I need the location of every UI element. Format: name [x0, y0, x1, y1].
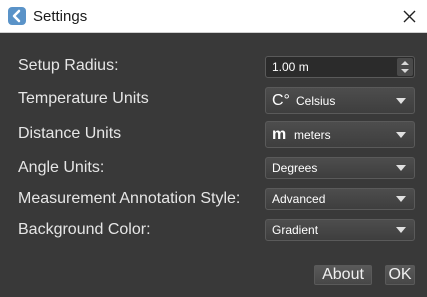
close-icon — [403, 10, 416, 23]
chevron-down-icon — [396, 227, 406, 233]
spin-arrows[interactable] — [397, 58, 413, 76]
spin-up-icon[interactable] — [400, 60, 410, 66]
window-title: Settings — [33, 8, 88, 25]
ok-button[interactable]: OK — [385, 265, 415, 285]
chevron-down-icon — [396, 196, 406, 202]
distance-units-label: Distance Units — [18, 125, 122, 142]
background-color-value: Gradient — [272, 223, 319, 237]
chevron-down-icon — [396, 165, 406, 171]
setup-radius-label: Setup Radius: — [18, 57, 119, 74]
chevron-down-icon — [396, 132, 406, 138]
annotation-style-label: Measurement Annotation Style: — [18, 190, 241, 207]
temperature-units-value: Celsius — [296, 94, 336, 108]
distance-units-combo[interactable]: m meters — [265, 121, 415, 148]
temperature-units-label: Temperature Units — [18, 90, 149, 107]
angle-units-value: Degrees — [272, 161, 318, 175]
title-bar: Settings — [0, 0, 427, 33]
celsius-icon: C° — [272, 92, 290, 109]
about-button[interactable]: About — [314, 265, 372, 285]
angle-units-label: Angle Units: — [18, 159, 105, 176]
background-color-label: Background Color: — [18, 221, 151, 238]
spin-down-icon[interactable] — [400, 68, 410, 74]
distance-units-value: meters — [294, 128, 331, 142]
setup-radius-spinbox[interactable]: 1.00 m — [265, 56, 415, 78]
chevron-down-icon — [396, 98, 406, 104]
annotation-style-combo[interactable]: Advanced — [265, 188, 415, 210]
close-button[interactable] — [392, 0, 427, 33]
meters-icon: m — [272, 126, 287, 143]
setup-radius-value[interactable]: 1.00 m — [272, 60, 309, 74]
annotation-style-value: Advanced — [272, 192, 326, 206]
angle-units-combo[interactable]: Degrees — [265, 157, 415, 179]
back-arrow-icon[interactable] — [8, 7, 26, 25]
background-color-combo[interactable]: Gradient — [265, 219, 415, 241]
temperature-units-combo[interactable]: C° Celsius — [265, 87, 415, 114]
